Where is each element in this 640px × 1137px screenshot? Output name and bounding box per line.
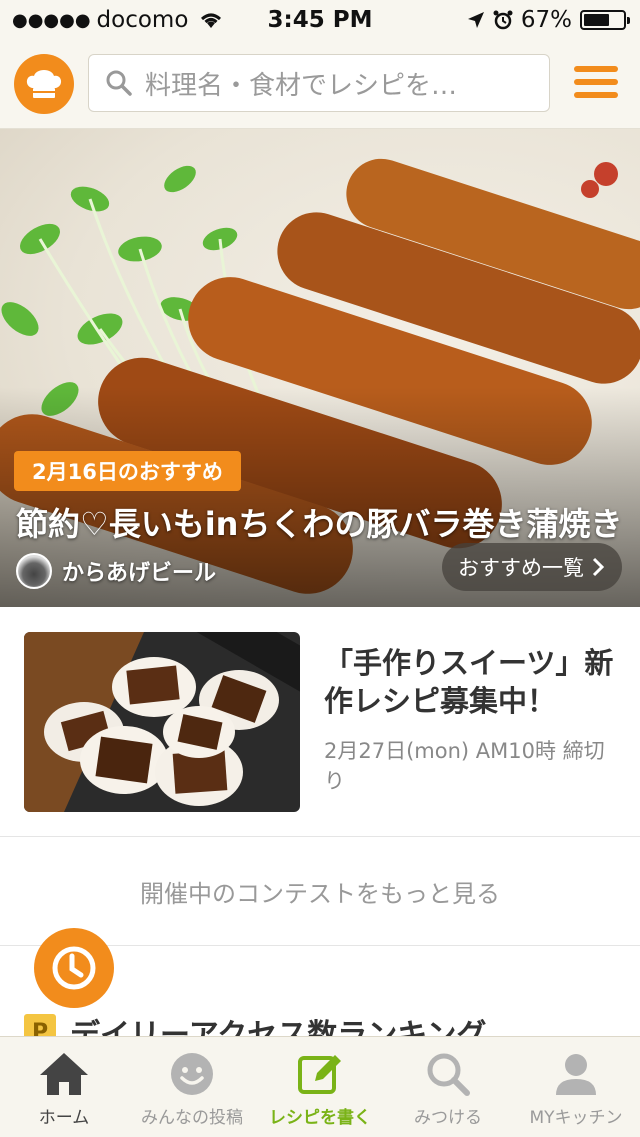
tab-label: みんなの投稿	[141, 1108, 243, 1128]
battery-percent: 67%	[520, 7, 572, 33]
battery-fill	[584, 14, 609, 26]
bottom-tab-bar: ホーム みんなの投稿 レシピを書く みつける MYキッチン	[0, 1036, 640, 1137]
tab-find[interactable]: みつける	[384, 1037, 512, 1137]
tab-my-kitchen[interactable]: MYキッチン	[512, 1037, 640, 1137]
tab-label: レシピを書く	[269, 1108, 371, 1128]
contest-title: 「手作りスイーツ」新作レシピ募集中！	[324, 646, 614, 718]
battery-icon	[580, 10, 630, 30]
app-header: 料理名・食材でレシピを…	[0, 40, 640, 129]
location-arrow-icon	[467, 12, 484, 28]
hamburger-icon[interactable]	[574, 66, 618, 102]
contest-card[interactable]: 「手作りスイーツ」新作レシピ募集中！ 2月27日(mon) AM10時 締切り	[0, 608, 640, 837]
chevron-right-icon	[592, 557, 604, 577]
avatar	[16, 553, 52, 589]
recipe-author[interactable]: からあげビール	[16, 553, 216, 589]
recommend-list-label: おすすめ一覧	[458, 556, 584, 580]
status-bar: ●●●●● docomo 3:45 PM 67%	[0, 0, 640, 40]
author-name: からあげビール	[62, 561, 217, 586]
recipe-title[interactable]: 節約♡長いもinちくわの豚バラ巻き蒲焼き	[16, 499, 636, 545]
alarm-icon	[493, 10, 513, 30]
home-icon	[40, 1053, 88, 1095]
tab-community-posts[interactable]: みんなの投稿	[128, 1037, 256, 1137]
person-icon	[556, 1054, 596, 1095]
more-contests-link[interactable]: 開催中のコンテストをもっと見る	[0, 837, 640, 946]
tab-label: みつける	[414, 1108, 482, 1128]
tab-label: ホーム	[38, 1108, 90, 1128]
tab-home[interactable]: ホーム	[0, 1037, 128, 1137]
recommend-list-button[interactable]: おすすめ一覧	[442, 543, 622, 591]
contest-deadline: 2月27日(mon) AM10時 締切り	[324, 739, 605, 793]
smiley-icon	[171, 1053, 213, 1095]
tab-write-recipe[interactable]: レシピを書く	[256, 1037, 384, 1137]
search-input[interactable]: 料理名・食材でレシピを…	[88, 54, 550, 112]
edit-icon	[298, 1055, 341, 1094]
search-placeholder: 料理名・食材でレシピを…	[145, 70, 458, 101]
chef-hat-icon[interactable]	[14, 54, 74, 114]
contest-image	[24, 632, 300, 812]
search-icon	[427, 1053, 470, 1096]
search-icon	[106, 70, 132, 96]
tab-label: MYキッチン	[529, 1108, 623, 1128]
clock-icon[interactable]	[34, 928, 114, 1008]
featured-recipe[interactable]: 2月16日のおすすめ 節約♡長いもinちくわの豚バラ巻き蒲焼き からあげビール …	[0, 129, 640, 607]
recommend-date-badge: 2月16日のおすすめ	[14, 451, 241, 491]
